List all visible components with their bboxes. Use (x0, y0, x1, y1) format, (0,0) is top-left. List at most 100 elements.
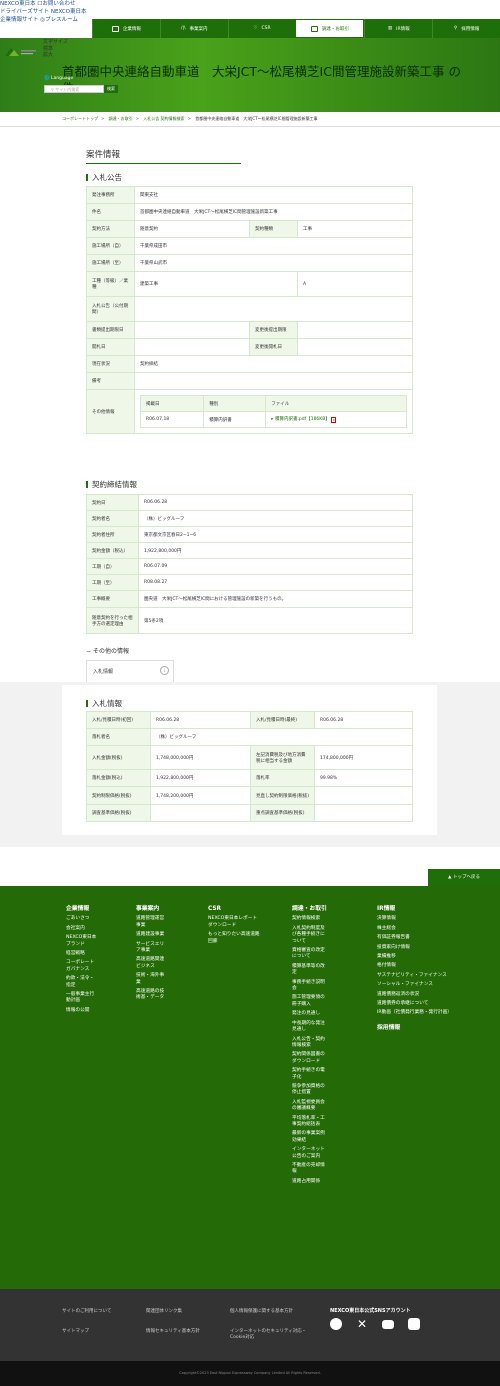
document-icon (310, 25, 318, 32)
footer-link[interactable]: 競争参加資格の停止措置 (292, 1084, 328, 1097)
footer-link[interactable]: ごあいさつ (66, 916, 98, 922)
footer-bottom-link[interactable]: インターネットのセキュリティ対応・Cookie対応 (230, 1328, 320, 1340)
footer-link[interactable]: 有価証券報告書 (377, 935, 462, 941)
bid-info-table: 入札/見積日時(初回) R06.06.28 入札/見積日時(最終) R06.06.28… (86, 711, 413, 822)
footer-link[interactable]: サステナビリティ・ファイナンス (377, 973, 462, 979)
footer-col-head[interactable]: 事業案内 (136, 906, 166, 912)
footer-col-head[interactable]: 調達・お取引 (292, 906, 328, 912)
bid-notice-table: 発注事務所 関東支社 件名 首都圏中央連絡自動車道 大栄JCT〜松尾横芝IC間管理施… (86, 186, 413, 434)
footer-link[interactable]: 契約手続きの電子化 (292, 1068, 328, 1081)
footer-bottom-link[interactable]: サイトのご利用について (62, 1308, 111, 1314)
footer-link[interactable]: 経営戦略 (66, 951, 98, 957)
footer-link[interactable]: 約款・法令・指定 (66, 976, 98, 989)
chart-icon: ▥ (387, 26, 393, 31)
footer-link[interactable]: 積算基準等の改定 (292, 964, 328, 977)
footer-col-head[interactable]: IR情報 (377, 906, 462, 912)
footer-link[interactable]: 発注の見通し (292, 1011, 328, 1017)
footer-link[interactable]: 不動産の売却情報 (292, 1163, 328, 1176)
instagram-icon[interactable] (408, 1318, 420, 1330)
footer-link[interactable]: 株主総会 (377, 926, 462, 932)
footer-link[interactable]: 決算情報 (377, 916, 462, 922)
facebook-icon[interactable] (330, 1318, 342, 1330)
footer-link[interactable]: 事務手続き説明会 (292, 980, 328, 993)
footer-bottom-link[interactable]: 情報セキュリティ基本方針 (146, 1328, 200, 1334)
nav-corporate[interactable]: 企業情報 (92, 19, 160, 38)
top-link[interactable]: ドライバーズサイト NEXCO東日本 (0, 8, 100, 16)
footer-link[interactable]: 高速道路関連ビジネス (136, 957, 166, 970)
footer-link[interactable]: 資格審査の改定について (292, 948, 328, 961)
footer-col-head[interactable]: CSR (208, 906, 260, 912)
building-icon (111, 25, 119, 32)
footer-link[interactable]: 最新の事業案例効果結 (292, 1131, 328, 1144)
footer-link[interactable]: 契約情報検索 (292, 916, 328, 922)
footer-link[interactable]: IR動画（社債発行業務・発行計画） (377, 1010, 462, 1016)
breadcrumb-item[interactable]: 調達・お取引 (109, 116, 133, 121)
font-size-label: 文字サイズ (43, 39, 68, 45)
footer-link[interactable]: 投資家向け情報 (377, 945, 462, 951)
file-download-link[interactable]: ▸ 積算内訳書.pdf【186KB】 (271, 417, 330, 422)
breadcrumb: コーポレートトップ > 調達・お取引 > 入札公告 契約情報検索 > 首都圏中央連絡自… (62, 116, 318, 121)
footer-bottom-link[interactable]: サイトマップ (62, 1328, 89, 1334)
person-icon: ⚲ (453, 26, 458, 31)
nexco-logo[interactable] (3, 46, 37, 58)
back-to-top-button[interactable]: ▲ トップへ戻る (428, 869, 500, 886)
footer-link[interactable]: コーポレートガバナンス (66, 960, 98, 973)
footer-link[interactable]: 入札公告・契約情報検索 (292, 1037, 328, 1050)
footer-col-head[interactable]: 採用情報 (377, 1025, 462, 1031)
search-button[interactable]: 検索 (104, 85, 118, 93)
nav-procurement[interactable]: 調達・お取引 (295, 19, 365, 38)
footer-col-corporate: 企業情報 ごあいさつ 会社案内 NEXCO東日本ブランド 経営戦略 コーポレート… (66, 906, 98, 1017)
search-input[interactable]: ⚲ サイト内検索 (44, 85, 104, 93)
footer-link[interactable]: 中長期的な発注見通し (292, 1021, 328, 1034)
top-link[interactable]: 企業情報サイト ◎プレスルーム (0, 16, 100, 24)
footer-link[interactable]: インターネット公告のご案内 (292, 1147, 328, 1160)
footer-col-procurement: 調達・お取引 契約情報検索 入札契約制度及び各種手続きについて 資格審査の改定に… (292, 906, 328, 1188)
page-title: 首都圏中央連絡自動車道 大栄JCT〜松尾横芝IC間管理施設新築工事 の (62, 65, 461, 79)
breadcrumb-item[interactable]: 入札公告 契約情報検索 (143, 116, 184, 121)
top-link[interactable]: NEXCO東日本 ☐お問い合わせ (0, 0, 100, 8)
footer-link[interactable]: 道路管理運営事業 (136, 916, 166, 929)
footer-link[interactable]: 格付情報 (377, 963, 462, 969)
language-selector[interactable]: 🌐 Language (44, 76, 73, 81)
footer-link[interactable]: 高速道路の技術基・データ (136, 989, 166, 1002)
footer-link[interactable]: もっと知りたい高速道路回廊 (208, 932, 260, 945)
footer-link[interactable]: 道路債券の承継について (377, 1001, 462, 1007)
pdf-icon: P (331, 417, 337, 423)
nav-ir[interactable]: ▥ IR情報 (364, 19, 432, 38)
footer-link[interactable]: 情報の公開 (66, 1008, 98, 1014)
divider (0, 126, 500, 127)
footer-link[interactable]: 一般事業主行動計画 (66, 992, 98, 1005)
footer-link[interactable]: ソーシャル・ファイナンス (377, 982, 462, 988)
sns-title: NEXCO東日本公式SNSアカウント (330, 1308, 411, 1314)
footer-col-ir: IR情報 決算情報 株主総会 有価証券報告書 投資家向け情報 業績推移 格付情報… (377, 906, 462, 1035)
footer-link[interactable]: NEXCO東日本レポートダウンロード (208, 916, 260, 929)
footer-link[interactable]: NEXCO東日本ブランド (66, 935, 98, 948)
breadcrumb-current: 首都圏中央連絡自動車道 大栄JCT〜松尾横芝IC間管理施設新築工事 (195, 116, 318, 121)
footer-link[interactable]: 技術・海外事業 (136, 973, 166, 986)
footer-col-head[interactable]: 企業情報 (66, 906, 98, 912)
footer-bottom-link[interactable]: 個人情報保護に関する基本方針 (230, 1308, 310, 1314)
footer-link[interactable]: 会社案内 (66, 926, 98, 932)
other-info-toggle[interactable]: − その他の情報 (86, 646, 129, 655)
nav-csr[interactable]: ♡ CSR (227, 19, 296, 38)
footer-link[interactable]: サービスエリア事業 (136, 942, 166, 955)
font-size-large[interactable]: 拡大 (43, 52, 68, 59)
youtube-icon[interactable] (382, 1320, 394, 1329)
footer-bottom-link[interactable]: 関連団体リンク集 (146, 1308, 182, 1314)
nav-business[interactable]: /|\ 事業案内 (159, 19, 228, 38)
files-table: 掲載日 種別 ファイル R06.07.18 積算内訳書 ▸ 積算内訳書.pdf【186K… (139, 395, 407, 428)
footer-link[interactable]: 業績推移 (377, 954, 462, 960)
x-icon[interactable]: ✕ (356, 1318, 368, 1330)
footer-link[interactable]: 平均落札率・工事契約総括表 (292, 1116, 328, 1129)
footer-link[interactable]: 道路債務返済の状況 (377, 992, 462, 998)
footer-link[interactable]: 施工管理要領の冊子購入 (292, 995, 328, 1008)
footer-link[interactable]: 入札監視委員会の審議概要 (292, 1100, 328, 1113)
nav-recruit[interactable]: ⚲ 採用情報 (432, 19, 500, 38)
breadcrumb-item[interactable]: コーポレートトップ (62, 116, 98, 121)
footer-link[interactable]: 契約関係図書のダウンロード (292, 1052, 328, 1065)
bid-notice-heading: 入札公告 (86, 172, 122, 183)
footer-link[interactable]: 入札契約制度及び各種手続きについて (292, 926, 328, 945)
footer-link[interactable]: 道路占用関係 (292, 1179, 328, 1185)
footer-link[interactable]: 道路建設事業 (136, 932, 166, 938)
font-size-switcher: 文字サイズ 標準 拡大 (43, 39, 68, 59)
